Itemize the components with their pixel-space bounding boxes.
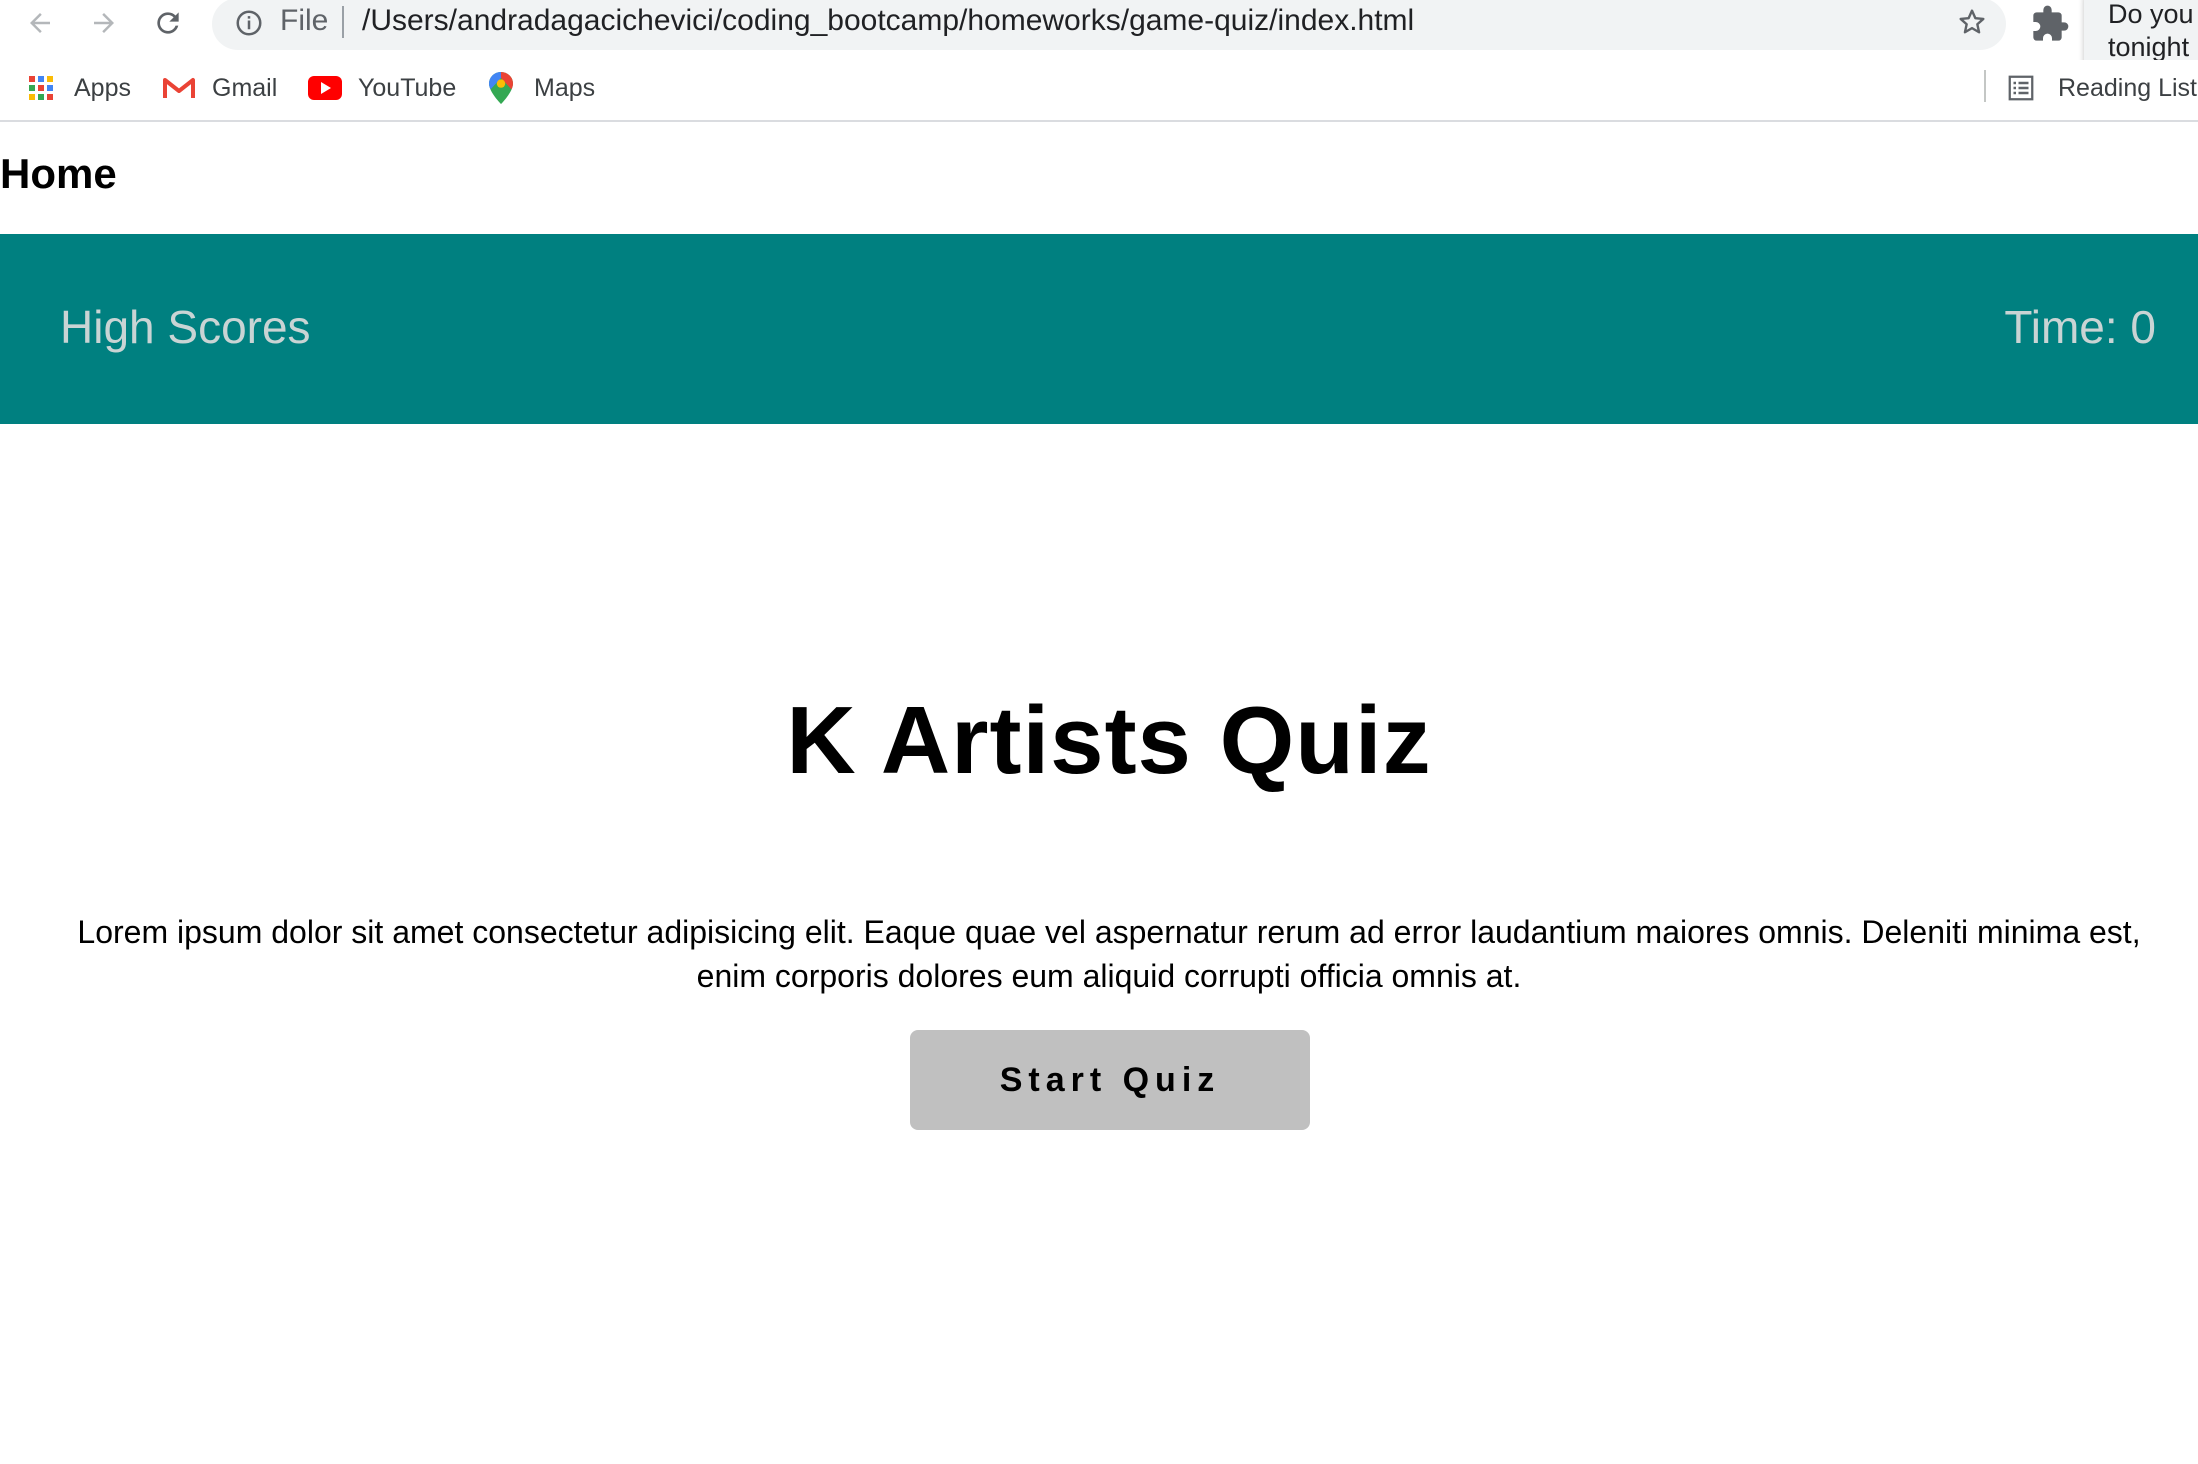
bookmarks-bar: Apps Gmail YouTube Maps Reading List (0, 60, 2198, 122)
header-bar: High Scores Time: 0 (0, 234, 2198, 424)
back-button[interactable] (18, 2, 62, 44)
quiz-title: K Artists Quiz (786, 687, 1432, 794)
gmail-icon (162, 73, 196, 103)
bookmark-gmail[interactable]: Gmail (162, 70, 277, 106)
bookmark-youtube[interactable]: YouTube (308, 70, 456, 106)
omnibox-divider (342, 6, 344, 38)
bookmark-label: Gmail (212, 73, 278, 102)
high-scores-link[interactable]: High Scores (60, 300, 311, 354)
browser-toolbar: File /Users/andradagacichevici/coding_bo… (0, 0, 2198, 78)
reload-button[interactable] (146, 2, 190, 44)
popup-text-line1: Do you (2108, 0, 2194, 29)
timer-display: Time: 0 (2004, 301, 2156, 353)
reload-icon (157, 12, 179, 34)
bookmark-label: Apps (74, 73, 131, 102)
apps-grid-icon (24, 73, 58, 103)
bookmark-label: YouTube (358, 73, 457, 102)
start-quiz-button[interactable]: Start Quiz (910, 1030, 1310, 1130)
bookmark-label: Maps (534, 73, 596, 102)
reading-list-label: Reading List (2058, 73, 2197, 102)
quiz-description: Lorem ipsum dolor sit amet consectetur a… (77, 914, 2141, 994)
extensions-puzzle-icon[interactable] (2030, 4, 2070, 44)
bookmark-maps[interactable]: Maps (484, 70, 595, 106)
url-text[interactable]: /Users/andradagacichevici/coding_bootcam… (362, 4, 1414, 38)
url-scheme-label: File (280, 4, 329, 37)
home-link[interactable]: Home (0, 150, 117, 198)
back-arrow-icon (30, 13, 50, 33)
info-icon[interactable] (234, 8, 264, 38)
maps-icon (484, 72, 518, 104)
bookmark-star-icon[interactable] (1956, 6, 1988, 38)
reading-list-button[interactable]: Reading List (2006, 70, 2197, 106)
bookmark-apps[interactable]: Apps (24, 70, 131, 106)
youtube-icon (308, 73, 342, 103)
reading-list-icon (2008, 75, 2034, 101)
forward-button[interactable] (82, 2, 126, 44)
forward-arrow-icon (94, 13, 114, 33)
address-bar[interactable]: File /Users/andradagacichevici/coding_bo… (212, 0, 2006, 50)
bookmarks-separator (1984, 70, 1986, 102)
